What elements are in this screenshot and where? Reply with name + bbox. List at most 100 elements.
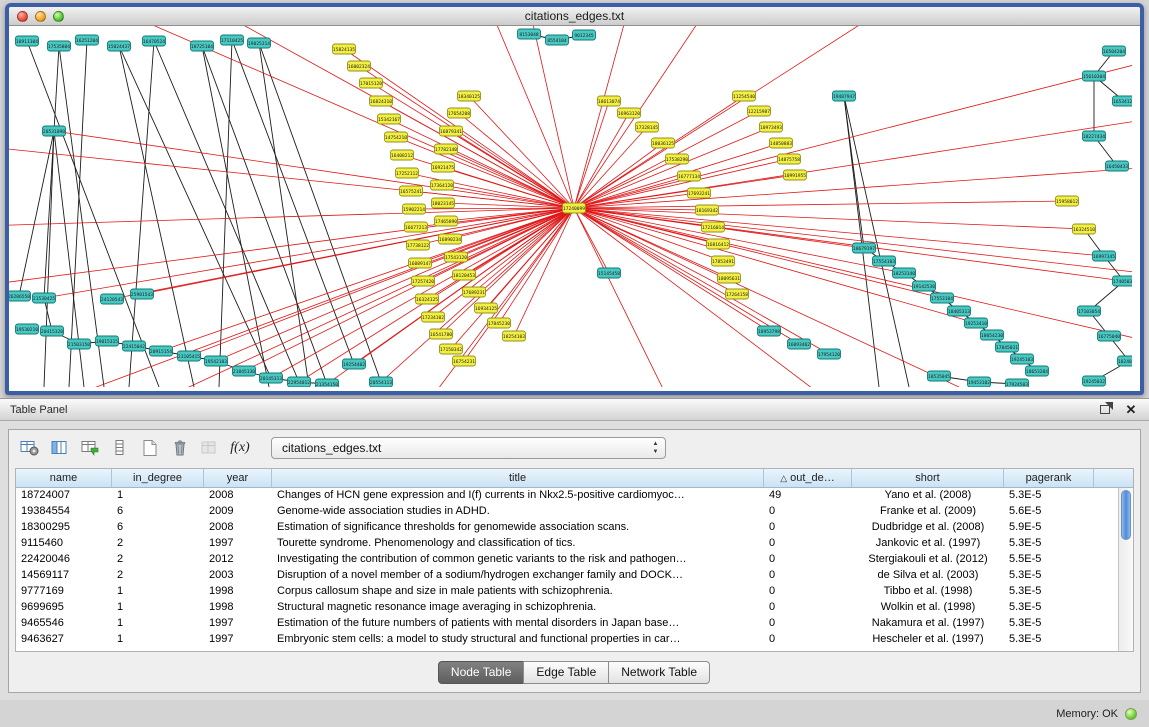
table-settings-icon[interactable]	[17, 436, 43, 460]
column-header-out_de[interactable]: △out_de…	[764, 469, 852, 487]
graph-node[interactable]: 17257420	[412, 276, 435, 286]
graph-node[interactable]: 18535045	[928, 371, 951, 381]
graph-node[interactable]: 17654208	[448, 108, 471, 118]
graph-node[interactable]: 16089147	[409, 258, 432, 268]
graph-node[interactable]: 18253140	[893, 268, 916, 278]
graph-node[interactable]: 12215987	[748, 106, 771, 116]
graph-node[interactable]: 16534120	[1113, 96, 1133, 106]
graph-node[interactable]: 18120453	[453, 270, 476, 280]
graph-node[interactable]: 18240532	[1118, 356, 1133, 366]
table-row[interactable]: 911546021997Tourette syndrome. Phenomeno…	[16, 536, 1133, 552]
graph-node[interactable]: 16093402	[788, 339, 811, 349]
graph-node[interactable]: 21354150	[316, 379, 339, 387]
graph-node[interactable]: 19245103	[1011, 354, 1034, 364]
graph-node[interactable]: 17015120	[360, 78, 383, 88]
graph-node[interactable]: 17689231	[463, 287, 486, 297]
graph-node[interactable]: 15610304	[1083, 71, 1106, 81]
graph-node[interactable]: 18023145	[432, 198, 455, 208]
graph-node[interactable]: 10991955	[784, 170, 807, 180]
graph-node[interactable]: 18036125	[652, 138, 675, 148]
graph-node[interactable]: 19487947	[833, 91, 856, 101]
graph-node[interactable]: 21530425	[33, 293, 56, 303]
graph-node[interactable]: 11254540	[733, 91, 756, 101]
table-row[interactable]: 977716911998Corpus callosum shape and si…	[16, 584, 1133, 600]
table-row[interactable]: 1830029562008Estimation of significance …	[16, 520, 1133, 536]
graph-node[interactable]: 16934125	[475, 303, 498, 313]
graph-node[interactable]: 16921475	[432, 162, 455, 172]
graph-node[interactable]: 19254402	[343, 359, 366, 369]
graph-node[interactable]: 16879341	[440, 126, 463, 136]
graph-node[interactable]: 22415042	[123, 341, 146, 351]
graph-node[interactable]: 17538290	[666, 154, 689, 164]
graph-node[interactable]: 15145458	[598, 268, 621, 278]
graph-node[interactable]: 20145313	[260, 373, 283, 383]
graph-node[interactable]: 16504204	[1103, 46, 1126, 56]
graph-node[interactable]: 16963120	[618, 108, 641, 118]
graph-node[interactable]: 16777134	[678, 171, 701, 181]
table-row[interactable]: 946362711997Embryonic stem cells: a mode…	[16, 632, 1133, 648]
graph-node[interactable]: 18254103	[503, 331, 526, 341]
graph-node[interactable]: 15902214	[403, 204, 426, 214]
graph-node[interactable]: 16541780	[430, 329, 453, 339]
graph-node[interactable]: 17234102	[422, 312, 445, 322]
graph-node[interactable]: 9012345	[573, 30, 596, 40]
graph-node[interactable]: 17364120	[431, 180, 454, 190]
tab-node-table[interactable]: Node Table	[438, 661, 525, 684]
tab-network-table[interactable]: Network Table	[608, 661, 710, 684]
graph-node[interactable]: 18911304	[16, 36, 39, 46]
graph-node-hub[interactable]: 17240099	[563, 203, 586, 213]
column-header-name[interactable]: name	[16, 469, 112, 487]
network-canvas[interactable]: 1582413516002324170151201682431015342167…	[9, 26, 1140, 387]
graph-node[interactable]: 16450433	[1106, 161, 1129, 171]
table-row[interactable]: 1872400712008Changes of HCN gene express…	[16, 488, 1133, 504]
graph-node[interactable]: 17103054	[1078, 306, 1101, 316]
close-window-button[interactable]	[17, 11, 28, 22]
graph-node[interactable]: 17328145	[636, 122, 659, 132]
graph-node[interactable]: 19530210	[16, 324, 39, 334]
graph-node[interactable]: 17110425	[221, 35, 244, 45]
column-header-pagerank[interactable]: pagerank	[1004, 469, 1094, 487]
graph-node[interactable]: 24120543	[101, 294, 124, 304]
graph-node[interactable]: 17954120	[818, 349, 841, 359]
graph-node[interactable]: 20554113	[370, 377, 393, 387]
delete-table-icon[interactable]	[167, 436, 193, 460]
graph-node[interactable]: 18679197	[853, 243, 876, 253]
graph-node[interactable]: 20531090	[43, 126, 66, 136]
graph-node[interactable]: 19245032	[1083, 376, 1106, 386]
graph-node[interactable]: 18227434	[1083, 131, 1106, 141]
graph-node[interactable]: 21845130	[233, 366, 256, 376]
table-row[interactable]: 969969511998Structural magnetic resonanc…	[16, 600, 1133, 616]
graph-node[interactable]: 17782140	[435, 144, 458, 154]
graph-node[interactable]: 18169342	[696, 205, 719, 215]
graph-node[interactable]: 15958012	[1056, 196, 1079, 206]
column-header-in_degree[interactable]: in_degree	[112, 469, 204, 487]
graph-node[interactable]: 17693241	[688, 188, 711, 198]
graph-node[interactable]: 14875758	[778, 154, 801, 164]
graph-node[interactable]: 16824310	[370, 96, 393, 106]
tab-edge-table[interactable]: Edge Table	[523, 661, 609, 684]
graph-node[interactable]: 16575241	[400, 186, 423, 196]
graph-node[interactable]: 19142530	[913, 281, 936, 291]
graph-node[interactable]: 18054230	[981, 330, 1004, 340]
graph-node[interactable]: 15824135	[333, 44, 356, 54]
column-header-short[interactable]: short	[852, 469, 1004, 487]
graph-node[interactable]: 16251204	[76, 35, 99, 45]
row-tools-icon[interactable]	[107, 436, 133, 460]
graph-node[interactable]: 18095631	[718, 273, 741, 283]
minimize-window-button[interactable]	[35, 11, 46, 22]
graph-node[interactable]: 16408212	[391, 150, 414, 160]
close-panel-icon[interactable]: ✕	[1123, 403, 1139, 417]
import-table-icon[interactable]	[77, 436, 103, 460]
graph-node[interactable]: 16775040	[1098, 331, 1121, 341]
network-table-select[interactable]: citations_edges.txt ▲▼	[271, 437, 666, 459]
graph-node[interactable]: 17553104	[931, 293, 954, 303]
graph-node[interactable]: 16890234	[439, 234, 462, 244]
graph-node[interactable]: 17554103	[873, 256, 896, 266]
graph-node[interactable]: 22954012	[288, 377, 311, 387]
graph-node[interactable]: 8153048	[518, 29, 541, 39]
graph-node[interactable]: 17216014	[702, 222, 725, 232]
graph-node[interactable]: 17845031	[996, 342, 1019, 352]
graph-node[interactable]: 20415320	[41, 326, 64, 336]
new-table-icon[interactable]	[137, 436, 163, 460]
column-header-year[interactable]: year	[204, 469, 272, 487]
